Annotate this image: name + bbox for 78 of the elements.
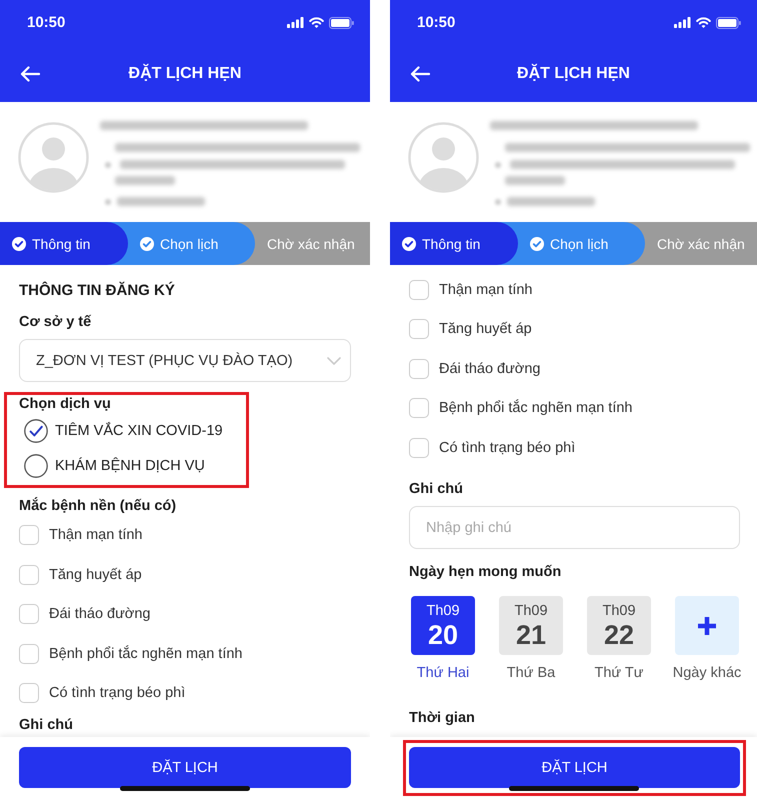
section-label: Chọn dịch vụ [18, 395, 112, 413]
avatar-placeholder [18, 122, 89, 193]
date-tile[interactable]: Th09 20 [411, 596, 475, 655]
battery-icon [716, 16, 741, 28]
blurred-text-line [115, 176, 175, 185]
check-circle-icon [12, 236, 26, 250]
screen-title: ĐẶT LỊCH HẸN [517, 64, 630, 84]
back-arrow-icon [410, 66, 430, 82]
section-heading: THÔNG TIN ĐĂNG KÝ [19, 280, 176, 301]
checkbox-label: Bệnh phổi tắc nghẽn mạn tính [439, 399, 632, 418]
checkbox-label: Thận mạn tính [49, 526, 142, 544]
checkbox[interactable] [19, 683, 39, 704]
avatar-placeholder [408, 122, 479, 193]
screen-title: ĐẶT LỊCH HẸN [128, 64, 242, 84]
checkbox-label: Tăng huyết áp [439, 320, 532, 338]
check-circle-icon [402, 236, 416, 250]
checkbox-label: Thận mạn tính [439, 280, 532, 299]
checkbox-label: Đái tháo đường [49, 605, 150, 624]
checkbox[interactable] [19, 564, 39, 585]
radio-button[interactable] [24, 454, 48, 478]
plus-icon [697, 616, 717, 636]
weekday-label: Thứ Ba [506, 664, 556, 683]
chevron-down-icon [327, 356, 341, 364]
radio-button[interactable] [24, 418, 48, 442]
checkbox[interactable] [409, 438, 429, 458]
battery-icon [329, 16, 354, 28]
step-label: Chờ xác nhận [657, 234, 745, 252]
checkbox-label: Đái tháo đường [439, 360, 540, 378]
weekday-label: Thứ Tư [594, 664, 644, 683]
back-button[interactable] [410, 66, 430, 82]
facility-select[interactable]: Z_ĐƠN VỊ TEST (PHỤC VỤ ĐÀO TẠO) [19, 339, 351, 382]
wifi-icon [696, 17, 711, 28]
section-label: Mắc bệnh nền (nếu có) [19, 496, 178, 516]
checkbox[interactable] [19, 604, 39, 624]
checkbox-label: Có tình trạng béo phì [49, 684, 186, 702]
step-label: Thông tin [32, 234, 90, 252]
step-label: Chọn lịch [160, 234, 218, 252]
blurred-text-line [505, 176, 565, 185]
other-date-label: Ngày khác [672, 664, 742, 683]
wifi-icon [309, 17, 324, 28]
signal-icon [674, 17, 691, 28]
blurred-icon [495, 162, 501, 168]
checkbox[interactable] [409, 319, 429, 340]
section-label: Thời gian [409, 709, 476, 728]
back-arrow-icon [20, 66, 40, 82]
blurred-icon [105, 162, 111, 168]
back-button[interactable] [20, 66, 40, 82]
step-label: Chọn lịch [550, 234, 608, 252]
book-button[interactable]: ĐẶT LỊCH [19, 747, 351, 788]
blurred-icon [495, 198, 501, 204]
weekday-label: Thứ Hai [416, 664, 470, 683]
blurred-icon [105, 198, 111, 204]
checkbox[interactable] [19, 525, 39, 546]
checkbox-label: Bệnh phổi tắc nghẽn mạn tính [49, 644, 242, 663]
checkbox[interactable] [409, 358, 429, 379]
status-time: 10:50 [27, 12, 66, 32]
option-label: KHÁM BỆNH DỊCH VỤ [55, 456, 205, 474]
checkbox-label: Tăng huyết áp [49, 566, 142, 584]
step-label: Chờ xác nhận [267, 234, 355, 252]
option-label: TIÊM VẮC XIN COVID-19 [55, 422, 223, 440]
check-circle-icon [530, 236, 544, 250]
checkbox[interactable] [19, 644, 39, 664]
other-date-button[interactable] [675, 596, 739, 655]
section-label: Ngày hẹn mong muốn [409, 563, 562, 582]
checkbox[interactable] [409, 280, 429, 300]
checkbox-label: Có tình trạng béo phì [439, 438, 576, 457]
step-label: Thông tin [422, 234, 480, 252]
note-input[interactable]: Nhập ghi chú [409, 506, 740, 549]
checkbox[interactable] [409, 398, 429, 418]
section-label: Ghi chú [409, 480, 464, 499]
section-label: Ghi chú [19, 716, 74, 735]
date-tile[interactable]: Th09 22 [587, 596, 651, 655]
status-time: 10:50 [417, 12, 456, 32]
book-button[interactable]: ĐẶT LỊCH [409, 747, 740, 788]
date-tile[interactable]: Th09 21 [499, 596, 563, 655]
section-label: Cơ sở y tế [19, 313, 92, 332]
signal-icon [287, 17, 304, 28]
check-circle-icon [140, 236, 154, 250]
